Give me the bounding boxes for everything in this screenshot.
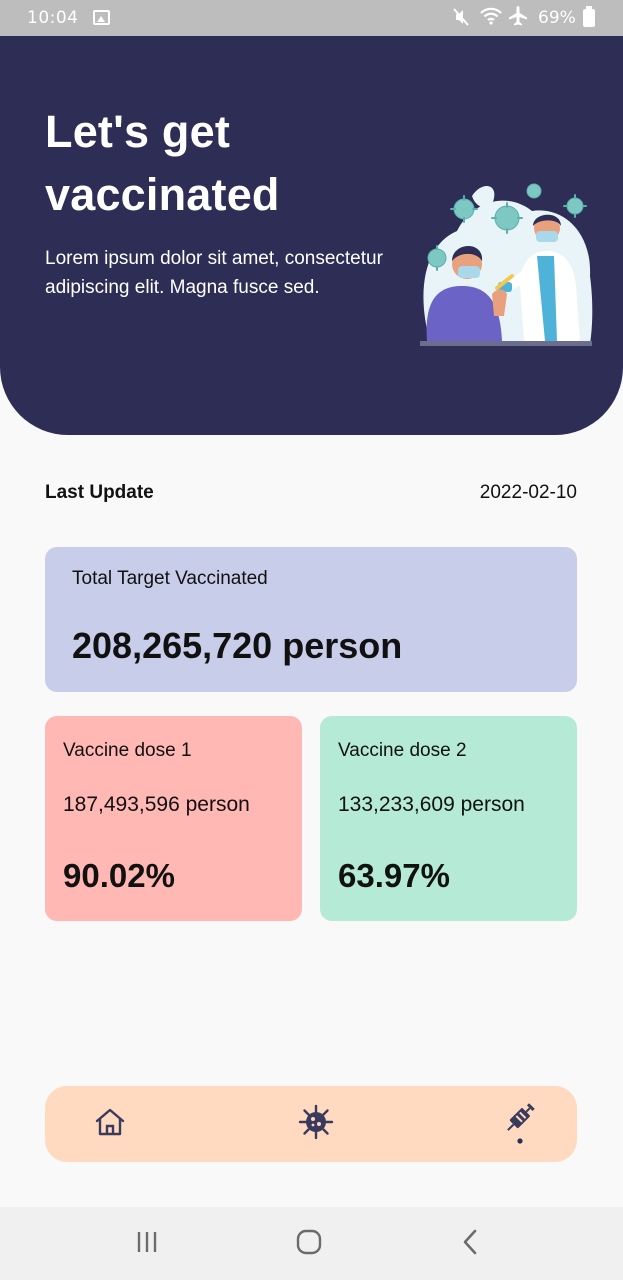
recents-icon bbox=[135, 1230, 159, 1259]
status-bar: 10:04 69% bbox=[0, 0, 623, 36]
last-update-row: Last Update 2022-02-10 bbox=[45, 482, 577, 510]
battery-percent: 69% bbox=[538, 8, 576, 28]
total-target-card: Total Target Vaccinated 208,265,720 pers… bbox=[45, 547, 577, 692]
last-update-label: Last Update bbox=[45, 482, 154, 503]
nav-vaccine-button[interactable] bbox=[500, 1102, 544, 1146]
nav-home-button[interactable] bbox=[88, 1102, 132, 1146]
dose-1-percent: 90.02% bbox=[63, 857, 175, 894]
vaccine-dose-1-card: Vaccine dose 1 187,493,596 person 90.02% bbox=[45, 716, 302, 921]
dose-2-count: 133,233,609 person bbox=[338, 793, 525, 816]
battery-icon bbox=[583, 6, 595, 27]
total-target-value: 208,265,720 person bbox=[72, 625, 403, 666]
wifi-icon bbox=[480, 6, 502, 31]
vaccine-dose-2-card: Vaccine dose 2 133,233,609 person 63.97% bbox=[320, 716, 577, 921]
dose-1-label: Vaccine dose 1 bbox=[63, 740, 192, 761]
system-navigation-bar bbox=[0, 1207, 623, 1280]
status-time: 10:04 bbox=[27, 8, 79, 28]
last-update-date: 2022-02-10 bbox=[479, 482, 577, 503]
hero-title: Let's get vaccinated bbox=[45, 106, 280, 220]
hero-banner: Let's get vaccinated Lorem ipsum dolor s… bbox=[0, 36, 623, 435]
vaccine-syringe-icon bbox=[502, 1100, 542, 1149]
hero-description: Lorem ipsum dolor sit amet, consectetur … bbox=[45, 248, 383, 298]
mute-icon bbox=[452, 7, 470, 32]
home-circle-icon bbox=[296, 1229, 322, 1260]
virus-icon bbox=[298, 1104, 334, 1145]
dose-2-label: Vaccine dose 2 bbox=[338, 740, 467, 761]
bottom-navigation bbox=[45, 1086, 577, 1162]
system-home-button[interactable] bbox=[289, 1227, 329, 1261]
total-target-label: Total Target Vaccinated bbox=[72, 568, 268, 589]
image-icon bbox=[93, 10, 110, 25]
dose-1-count: 187,493,596 person bbox=[63, 793, 250, 816]
dose-2-percent: 63.97% bbox=[338, 857, 450, 894]
recents-button[interactable] bbox=[127, 1227, 167, 1261]
home-icon bbox=[94, 1107, 126, 1142]
vaccination-illustration bbox=[412, 176, 602, 356]
back-icon bbox=[461, 1229, 481, 1260]
nav-virus-button[interactable] bbox=[294, 1102, 338, 1146]
airplane-mode-icon bbox=[508, 5, 528, 32]
back-button[interactable] bbox=[451, 1227, 491, 1261]
